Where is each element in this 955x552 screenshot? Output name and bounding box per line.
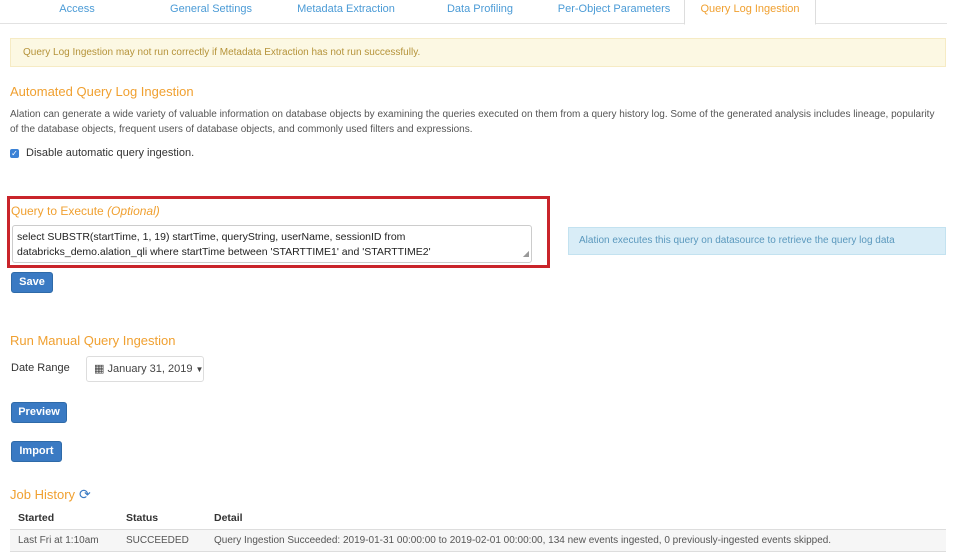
import-button[interactable]: Import [11, 441, 62, 462]
table-row: Last Fri at 1:10am SUCCEEDED Query Inges… [10, 529, 946, 552]
cell-detail: Query Ingestion Succeeded: 2019-01-31 00… [206, 529, 946, 552]
settings-tabs: Access General Settings Metadata Extract… [0, 0, 955, 25]
query-optional-text: (Optional) [107, 204, 160, 218]
manual-ingestion-title: Run Manual Query Ingestion [10, 333, 176, 348]
tab-general-settings[interactable]: General Settings [146, 0, 276, 24]
automated-ingestion-description: Alation can generate a wide variety of v… [10, 109, 935, 135]
tab-metadata-extraction[interactable]: Metadata Extraction [280, 0, 412, 24]
job-history-title: Job History ⟳ [10, 486, 91, 503]
preview-button[interactable]: Preview [11, 402, 67, 423]
checkbox-label: Disable automatic query ingestion. [26, 147, 195, 159]
query-label-text: Query to Execute [11, 204, 104, 218]
cell-status: SUCCEEDED [118, 529, 206, 552]
query-info-alert: Alation executes this query on datasourc… [568, 227, 946, 255]
checkbox-checked-icon[interactable]: ✓ [10, 148, 19, 158]
date-range-value: January 31, 2019 [107, 363, 193, 375]
date-range-label: Date Range [11, 362, 70, 374]
resize-grip-icon[interactable]: ◢ [523, 246, 529, 261]
save-button[interactable]: Save [11, 272, 53, 293]
cell-started: Last Fri at 1:10am [10, 529, 118, 552]
column-status: Status [118, 508, 206, 530]
column-started: Started [10, 508, 118, 530]
disable-auto-ingestion-checkbox[interactable]: ✓ Disable automatic query ingestion. [10, 146, 194, 160]
warning-alert: Query Log Ingestion may not run correctl… [10, 38, 946, 67]
tab-data-profiling[interactable]: Data Profiling [416, 0, 544, 24]
query-label: Query to Execute (Optional) [11, 204, 160, 218]
table-header-row: Started Status Detail [10, 508, 946, 530]
refresh-icon[interactable]: ⟳ [79, 486, 91, 502]
query-textarea[interactable]: select SUBSTR(startTime, 1, 19) startTim… [12, 225, 532, 263]
column-detail: Detail [206, 508, 946, 530]
tab-access[interactable]: Access [14, 0, 140, 24]
calendar-icon: ▦ [94, 363, 105, 375]
automated-ingestion-title: Automated Query Log Ingestion [10, 84, 194, 99]
job-history-title-text: Job History [10, 487, 76, 502]
caret-down-icon: ▼ [195, 365, 204, 374]
job-history-table: Started Status Detail Last Fri at 1:10am… [10, 508, 946, 552]
date-range-dropdown[interactable]: ▦ January 31, 2019 ▼ [86, 356, 204, 382]
tab-query-log-ingestion[interactable]: Query Log Ingestion [684, 0, 816, 25]
query-text: select SUBSTR(startTime, 1, 19) startTim… [17, 231, 431, 258]
tab-per-object-parameters[interactable]: Per-Object Parameters [548, 0, 680, 24]
